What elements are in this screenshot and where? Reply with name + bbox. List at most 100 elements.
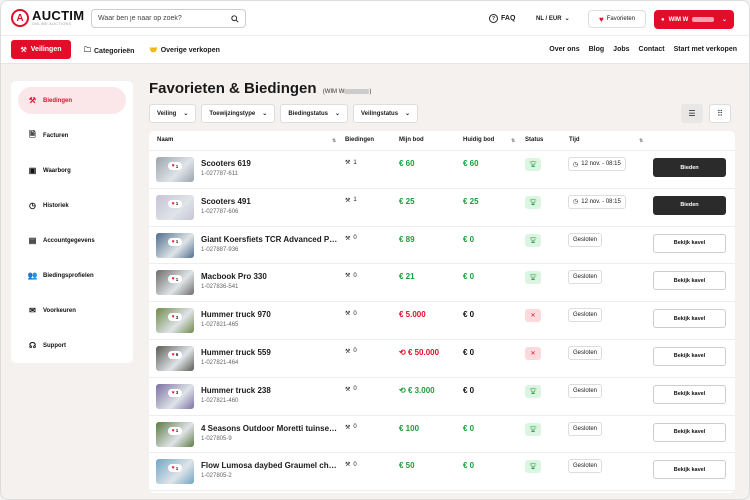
blog-link[interactable]: Blog [589, 46, 605, 53]
my-bid-value: € 60 [399, 159, 415, 168]
status-badge: 🏆︎ [525, 195, 541, 209]
lot-thumbnail[interactable]: ♥ 1 [156, 232, 194, 258]
lot-name[interactable]: Scooters 619 [201, 159, 339, 168]
sort-icon[interactable]: ⇅ [511, 138, 515, 144]
veilingen-button[interactable]: ⚒ Veilingen [11, 40, 71, 59]
about-link[interactable]: Over ons [549, 46, 579, 53]
filter-biedingstatus[interactable]: Biedingstatus ⌄ [280, 104, 349, 123]
sidebar-item-biedingsprofielen[interactable]: 👥 Biedingsprofielen [18, 262, 126, 289]
col-curbid[interactable]: Huidig bod [463, 137, 494, 143]
grid-view-toggle[interactable]: ⠿ [709, 104, 731, 123]
view-lot-button[interactable]: Bekijk kavel [653, 460, 726, 480]
sidebar-item-support[interactable]: ☊ Support [18, 332, 126, 359]
table-row[interactable]: ♥ 1 Flow Lumosa daybed Graumel chalet 1-027… [149, 453, 735, 492]
filter-label: Biedingstatus [288, 110, 328, 117]
my-bid-value: € 25 [399, 196, 415, 206]
heart-icon: ♥ [171, 427, 175, 434]
table-row[interactable]: ♥1 Giant Koersfiets TCR Advanced Pro 1 Di… [149, 227, 735, 265]
jobs-link[interactable]: Jobs [613, 46, 629, 53]
lot-thumbnail[interactable]: ♥ 6 [156, 345, 194, 371]
lot-name[interactable]: Hummer truck 970 [201, 310, 339, 319]
lot-thumbnail[interactable]: ♥ 1 [156, 459, 194, 485]
lot-thumbnail[interactable]: ♥ 1 [156, 157, 194, 182]
bid-count-value: 0 [353, 235, 357, 242]
faq-label: FAQ [501, 15, 516, 22]
view-lot-button[interactable]: Bekijk kavel [653, 233, 726, 253]
bid-button[interactable]: Bieden [653, 158, 726, 177]
start-selling-link[interactable]: Start met verkopen [674, 46, 737, 53]
lot-name[interactable]: Scooters 491 [201, 197, 339, 206]
filter-veiling[interactable]: Veiling ⌄ [149, 104, 197, 123]
lot-name[interactable]: Hummer truck 559 [201, 348, 339, 357]
lot-name[interactable]: Macbook Pro 330 [201, 272, 339, 281]
language-selector[interactable]: NL / EUR ⌄ [536, 15, 570, 23]
lot-name[interactable]: Hummer truck 238 [201, 386, 339, 395]
user-icon: ● [661, 16, 665, 23]
other-sales-link[interactable]: 🤝 Overige verkopen [149, 46, 220, 55]
lot-thumbnail[interactable]: ♥ 1 [156, 421, 194, 447]
contact-link[interactable]: Contact [639, 46, 665, 53]
lot-name[interactable]: Giant Koersfiets TCR Advanced Pro 1 Disc… [201, 235, 339, 244]
favorite-badge[interactable]: ♥ 1 [168, 237, 182, 246]
sidebar-item-facturen[interactable]: 🗎 Facturen [18, 122, 126, 149]
favorite-badge[interactable]: ♥ 1 [168, 199, 182, 208]
filter-veilingstatus[interactable]: Veilingstatus ⌄ [353, 104, 419, 123]
favorite-badge[interactable]: ♥ 3 [168, 388, 182, 397]
favorite-count: 1 [175, 163, 179, 169]
favorite-badge[interactable]: ♥ 1 [168, 464, 182, 473]
favorite-badge[interactable]: ♥ 1 [168, 162, 182, 170]
logo[interactable]: A AUCTIM ONLINE AUCTIONS [11, 9, 84, 27]
view-lot-button[interactable]: Bekijk kavel [653, 271, 726, 291]
my-bid-value: € 100 [399, 423, 420, 433]
favorite-badge[interactable]: ♥ 6 [168, 350, 182, 359]
col-time[interactable]: Tijd [569, 137, 580, 143]
user-menu-button[interactable]: ● WIM W ⌄ [654, 10, 734, 29]
sidebar-item-accountgegevens[interactable]: ▤ Accountgegevens [18, 227, 126, 254]
list-view-toggle[interactable]: ☰ [681, 104, 703, 123]
sidebar-item-label: Biedingsprofielen [43, 272, 94, 279]
favorites-button[interactable]: ♥ Favorieten [588, 10, 646, 28]
table-row[interactable]: ♥ 1 Scooters 491 1-027787-606 ⚒ 1 € 25 € 25 🏆︎ ◷ 1… [149, 189, 735, 227]
sort-icon[interactable]: ⇅ [639, 138, 643, 144]
lot-thumbnail[interactable]: ♥ 3 [156, 308, 194, 334]
lot-name[interactable]: 4 Seasons Outdoor Moretti tuinset 4-deli… [201, 424, 339, 433]
categories-link[interactable]: 🗀 Categorieën [84, 46, 134, 57]
time-value: Gesloten [573, 274, 598, 281]
sidebar-item-biedingen[interactable]: ⚒ Biedingen [18, 87, 126, 114]
table-row[interactable]: ♥ 3 Hummer truck 238 1-027821-460 ⚒ 0 ⟲ € 3.00… [149, 378, 735, 416]
current-bid: € 0 [463, 234, 475, 244]
table-row[interactable]: ♥ 1 Macbook Pro 330 1-027836-541 ⚒ 0 € 21 € 0 🏆︎… [149, 264, 735, 303]
col-name[interactable]: Naam [157, 137, 173, 143]
sidebar-item-voorkeuren[interactable]: ✉ Voorkeuren [18, 297, 126, 324]
my-bid-value: € 21 [399, 272, 415, 282]
gavel-icon: ⚒ [345, 197, 351, 204]
search-input[interactable] [98, 15, 231, 22]
sort-icon[interactable]: ⇅ [332, 138, 336, 144]
bid-button[interactable]: Bieden [653, 195, 726, 215]
lot-name[interactable]: Flow Lumosa daybed Graumel chalet [201, 461, 339, 470]
time-value: Gesloten [573, 463, 598, 470]
table-row[interactable]: ♥ 3 Hummer truck 970 1-027821-465 ⚒ 0 € 5.000 €… [149, 302, 735, 340]
table-row[interactable]: ♥1 4 Seasons Outdoor Moretti tuinset 4-de… [149, 416, 735, 454]
search-icon[interactable] [231, 14, 239, 23]
lot-thumbnail[interactable]: ♥ 1 [156, 270, 194, 296]
lot-id: 1-027805-2 [201, 473, 232, 480]
lot-thumbnail[interactable]: ♥ 3 [156, 383, 194, 409]
view-lot-button[interactable]: Bekijk kavel [653, 422, 726, 442]
view-lot-button[interactable]: Bekijk kavel [653, 384, 726, 404]
my-bid: € 25 [399, 197, 415, 206]
view-lot-button[interactable]: Bekijk kavel [653, 309, 726, 329]
gavel-icon: ⚒ [345, 273, 351, 280]
favorite-badge[interactable]: ♥ 1 [168, 275, 182, 284]
lot-id: 1-027821-464 [201, 359, 239, 366]
faq-link[interactable]: ? FAQ [489, 14, 515, 23]
sidebar-item-historiek[interactable]: ◷ Historiek [18, 192, 126, 219]
favorite-badge[interactable]: ♥ 1 [168, 426, 182, 435]
sidebar-item-waarborg[interactable]: ▣ Waarborg [18, 157, 126, 184]
favorite-badge[interactable]: ♥ 3 [168, 313, 182, 322]
lot-thumbnail[interactable]: ♥ 1 [156, 194, 194, 220]
table-row[interactable]: ♥ 6 Hummer truck 559 1-027821-464 ⚒ 0 ⟲ € 50.0… [149, 340, 735, 378]
view-lot-button[interactable]: Bekijk kavel [653, 346, 726, 366]
filter-toewijzingstype[interactable]: Toewijzingstype ⌄ [201, 104, 276, 123]
table-row[interactable]: ♥ 1 Scooters 619 1-027787-611 ⚒ 1 € 60 € 60 🏆︎ ◷ 1… [149, 151, 735, 189]
